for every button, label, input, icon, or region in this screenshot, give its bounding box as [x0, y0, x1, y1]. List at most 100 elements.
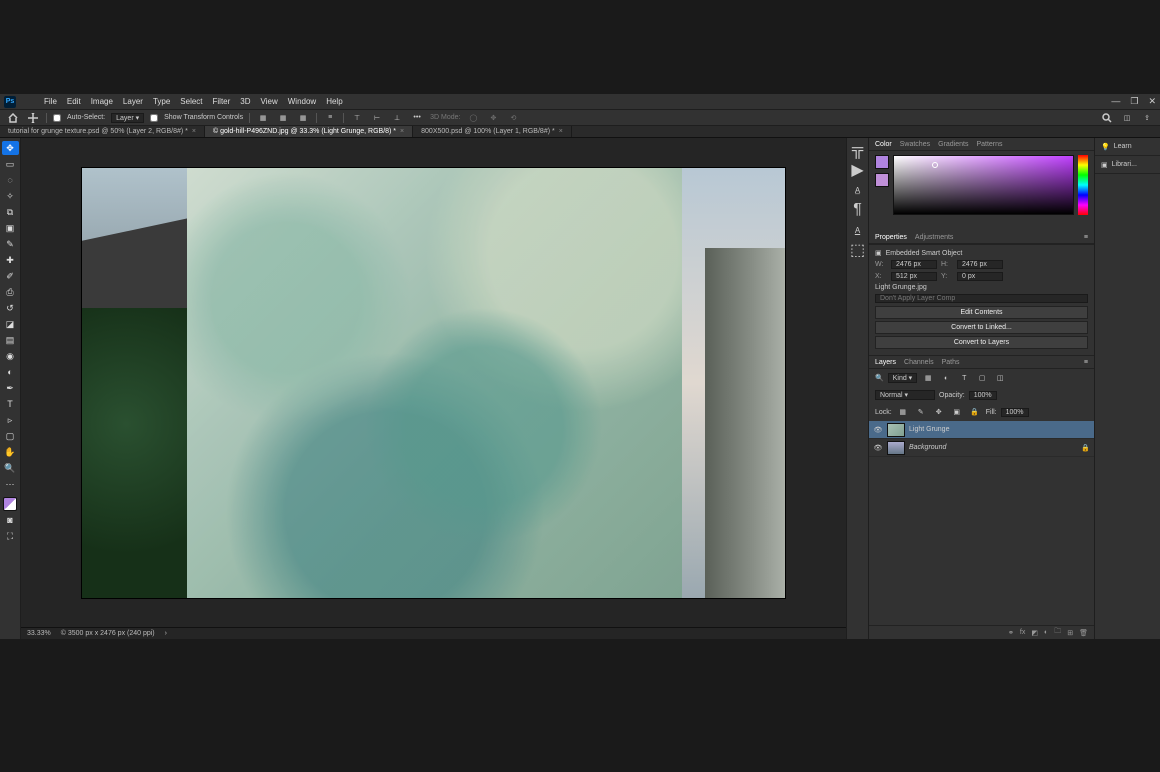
brush-tool[interactable]: ✐: [2, 269, 19, 283]
frame-tool[interactable]: ▣: [2, 221, 19, 235]
menu-filter[interactable]: Filter: [213, 97, 231, 106]
layers-tab[interactable]: Layers: [875, 359, 896, 366]
eraser-tool[interactable]: ◪: [2, 317, 19, 331]
color-swatch[interactable]: [3, 497, 17, 511]
foreground-swatch[interactable]: [875, 155, 889, 169]
link-icon[interactable]: ⚭: [1008, 629, 1014, 637]
y-value[interactable]: 0 px: [957, 272, 1003, 281]
menu-file[interactable]: File: [44, 97, 57, 106]
layer-row[interactable]: 👁 Light Grunge: [869, 421, 1094, 439]
color-tab[interactable]: Color: [875, 141, 892, 148]
hue-slider[interactable]: [1078, 155, 1088, 215]
type-tool[interactable]: T: [2, 397, 19, 411]
filter-adj-icon[interactable]: ◐: [939, 372, 953, 384]
layercomp-dropdown[interactable]: Don't Apply Layer Comp: [875, 294, 1088, 303]
status-chevron-icon[interactable]: ›: [165, 630, 167, 637]
panel-menu-icon[interactable]: ≡: [1084, 359, 1088, 366]
hand-tool[interactable]: ✋: [2, 445, 19, 459]
learn-tab[interactable]: 💡Learn: [1095, 138, 1160, 156]
w-value[interactable]: 2476 px: [891, 260, 937, 269]
convert-linked-button[interactable]: Convert to Linked...: [875, 321, 1088, 334]
window-minimize[interactable]: —: [1111, 96, 1120, 107]
home-icon[interactable]: [6, 112, 20, 124]
libraries-tab[interactable]: ▣Librari...: [1095, 156, 1160, 174]
patterns-tab[interactable]: Patterns: [976, 141, 1002, 148]
menu-help[interactable]: Help: [326, 97, 342, 106]
h-value[interactable]: 2476 px: [957, 260, 1003, 269]
layer-name[interactable]: Light Grunge: [909, 426, 949, 433]
opacity-value[interactable]: 100%: [969, 391, 997, 400]
color-field[interactable]: [893, 155, 1074, 215]
show-transform-checkbox[interactable]: [150, 114, 158, 122]
menu-layer[interactable]: Layer: [123, 97, 143, 106]
doc-tab-3[interactable]: 800X500.psd @ 100% (Layer 1, RGB/8#) *×: [413, 126, 572, 137]
filter-shape-icon[interactable]: ▢: [975, 372, 989, 384]
edit-toolbar[interactable]: ⋯: [2, 477, 19, 491]
menu-image[interactable]: Image: [91, 97, 113, 106]
new-layer-icon[interactable]: ⊞: [1067, 629, 1073, 637]
move-tool-icon[interactable]: [26, 112, 40, 124]
align-vcenter-icon[interactable]: ⊢: [370, 112, 384, 124]
screenmode-tool[interactable]: ⛶: [2, 529, 19, 543]
quickmask-tool[interactable]: ◙: [2, 513, 19, 527]
eyedropper-tool[interactable]: ✎: [2, 237, 19, 251]
crop-tool[interactable]: ⧉: [2, 205, 19, 219]
workspace-icon[interactable]: ◫: [1120, 112, 1134, 124]
close-icon[interactable]: ×: [559, 128, 563, 135]
visibility-icon[interactable]: 👁: [873, 426, 883, 434]
filter-type-icon[interactable]: T: [957, 372, 971, 384]
align-bottom-icon[interactable]: ⊥: [390, 112, 404, 124]
align-right-icon[interactable]: ▦: [296, 112, 310, 124]
menu-3d[interactable]: 3D: [240, 97, 250, 106]
lasso-tool[interactable]: ◌: [2, 173, 19, 187]
adjustment-icon[interactable]: ◐: [1044, 629, 1048, 636]
blur-tool[interactable]: ◉: [2, 349, 19, 363]
align-top-icon[interactable]: ⊤: [350, 112, 364, 124]
mask-icon[interactable]: ◩: [1031, 629, 1038, 637]
panel-menu-icon[interactable]: ≡: [1084, 234, 1088, 241]
align-left-icon[interactable]: ▦: [256, 112, 270, 124]
layer-thumb[interactable]: [887, 441, 905, 455]
window-close[interactable]: ✕: [1148, 96, 1156, 107]
brushsettings-icon[interactable]: ╦: [851, 144, 865, 156]
swatches-tab[interactable]: Swatches: [900, 141, 930, 148]
stamp-tool[interactable]: ⎙: [2, 285, 19, 299]
marquee-tool[interactable]: ▭: [2, 157, 19, 171]
close-icon[interactable]: ×: [192, 128, 196, 135]
search-icon[interactable]: 🔍: [875, 374, 884, 382]
adjustments-tab[interactable]: Adjustments: [915, 234, 954, 241]
glyphs-icon[interactable]: A: [851, 224, 865, 236]
gradient-tool[interactable]: ▤: [2, 333, 19, 347]
pen-tool[interactable]: ✒: [2, 381, 19, 395]
heal-tool[interactable]: ✚: [2, 253, 19, 267]
filter-kind-dropdown[interactable]: Kind ▾: [888, 373, 917, 383]
auto-select-dropdown[interactable]: Layer ▾: [111, 113, 144, 123]
menu-type[interactable]: Type: [153, 97, 170, 106]
lock-all-icon[interactable]: 🔒: [968, 406, 982, 418]
share-icon[interactable]: ⇪: [1140, 112, 1154, 124]
lock-position-icon[interactable]: ✥: [932, 406, 946, 418]
play-icon[interactable]: ▶: [851, 164, 865, 176]
menu-window[interactable]: Window: [288, 97, 316, 106]
color-picker[interactable]: [869, 151, 1094, 231]
close-icon[interactable]: ×: [400, 128, 404, 135]
lock-artboard-icon[interactable]: ▣: [950, 406, 964, 418]
lock-pixels-icon[interactable]: ✎: [914, 406, 928, 418]
auto-select-checkbox[interactable]: [53, 114, 61, 122]
document[interactable]: [82, 168, 785, 598]
properties-tab[interactable]: Properties: [875, 234, 907, 241]
wand-tool[interactable]: ✧: [2, 189, 19, 203]
canvas-area[interactable]: [21, 138, 846, 627]
character-icon[interactable]: A̲: [851, 184, 865, 196]
paths-tab[interactable]: Paths: [942, 359, 960, 366]
fill-value[interactable]: 100%: [1001, 408, 1029, 417]
blend-mode-dropdown[interactable]: Normal ▾: [875, 390, 935, 400]
zoom-tool[interactable]: 🔍: [2, 461, 19, 475]
convert-layers-button[interactable]: Convert to Layers: [875, 336, 1088, 349]
layer-row[interactable]: 👁 Background 🔒: [869, 439, 1094, 457]
align-center-icon[interactable]: ▦: [276, 112, 290, 124]
filter-pixel-icon[interactable]: ▦: [921, 372, 935, 384]
fx-icon[interactable]: fx: [1020, 629, 1025, 636]
group-icon[interactable]: 🗀: [1054, 627, 1061, 638]
move-tool[interactable]: ✥: [2, 141, 19, 155]
